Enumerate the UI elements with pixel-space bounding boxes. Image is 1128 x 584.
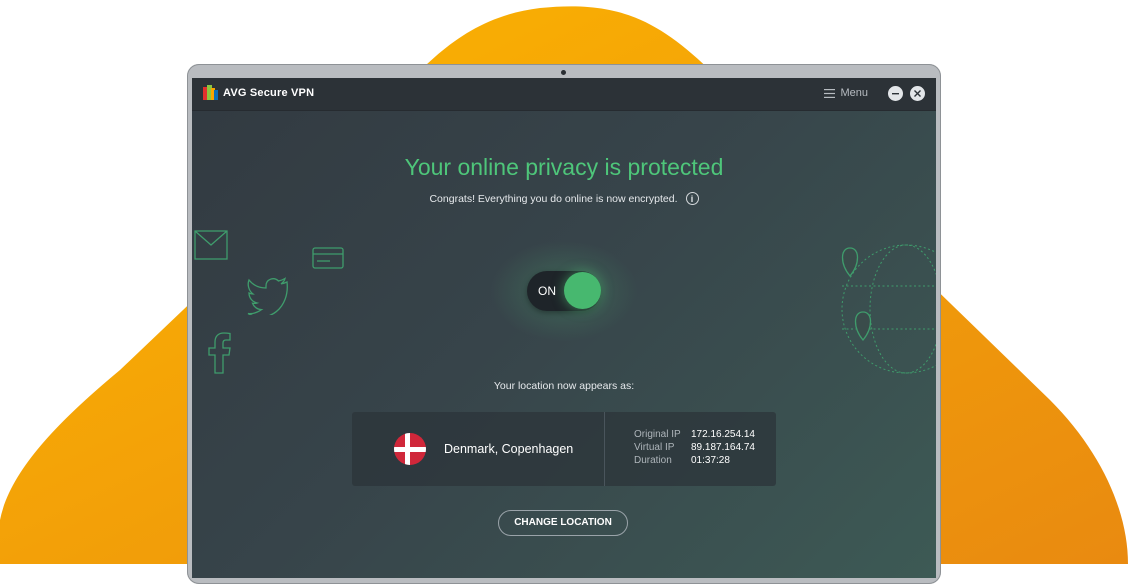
menu-label: Menu bbox=[840, 87, 868, 99]
vpn-toggle[interactable]: ON bbox=[527, 271, 601, 311]
status-subline: Congrats! Everything you do online is no… bbox=[192, 192, 936, 205]
virtual-ip-value: 89.187.164.74 bbox=[691, 442, 755, 453]
camera-dot bbox=[561, 70, 566, 75]
twitter-icon bbox=[247, 277, 288, 315]
toggle-state-label: ON bbox=[538, 284, 556, 298]
close-button[interactable] bbox=[910, 86, 925, 101]
original-ip-value: 172.16.254.14 bbox=[691, 429, 755, 440]
credit-card-icon bbox=[312, 247, 344, 269]
virtual-ip-label: Virtual IP bbox=[634, 442, 675, 453]
minimize-icon bbox=[892, 93, 899, 95]
avg-logo-icon bbox=[203, 85, 218, 100]
status-subline-text: Congrats! Everything you do online is no… bbox=[429, 192, 678, 205]
hamburger-icon bbox=[824, 88, 836, 98]
info-icon[interactable]: i bbox=[685, 192, 699, 205]
duration-label: Duration bbox=[634, 455, 672, 466]
connection-card: Denmark, Copenhagen Original IP 172.16.2… bbox=[352, 412, 776, 486]
card-divider bbox=[604, 412, 605, 486]
close-icon bbox=[914, 90, 921, 97]
toggle-knob bbox=[564, 272, 601, 309]
menu-button[interactable]: Menu bbox=[824, 87, 868, 99]
duration-value: 01:37:28 bbox=[691, 455, 730, 466]
app-logo: AVG Secure VPN bbox=[203, 85, 314, 100]
change-location-button[interactable]: CHANGE LOCATION bbox=[498, 510, 628, 536]
location-name: Denmark, Copenhagen bbox=[444, 442, 574, 456]
connection-stats: Original IP 172.16.254.14 Virtual IP 89.… bbox=[634, 429, 755, 466]
mail-icon bbox=[194, 230, 228, 260]
title-bar: AVG Secure VPN Menu bbox=[192, 78, 936, 111]
app-title: AVG Secure VPN bbox=[223, 86, 315, 99]
denmark-flag-icon bbox=[394, 433, 426, 465]
original-ip-label: Original IP bbox=[634, 429, 681, 440]
location-intro: Your location now appears as: bbox=[493, 380, 635, 392]
minimize-button[interactable] bbox=[888, 86, 903, 101]
globe-icon bbox=[841, 244, 936, 374]
facebook-icon bbox=[208, 332, 231, 374]
status-headline: Your online privacy is protected bbox=[404, 154, 724, 180]
app-window: AVG Secure VPN Menu Your online privacy … bbox=[192, 78, 936, 578]
